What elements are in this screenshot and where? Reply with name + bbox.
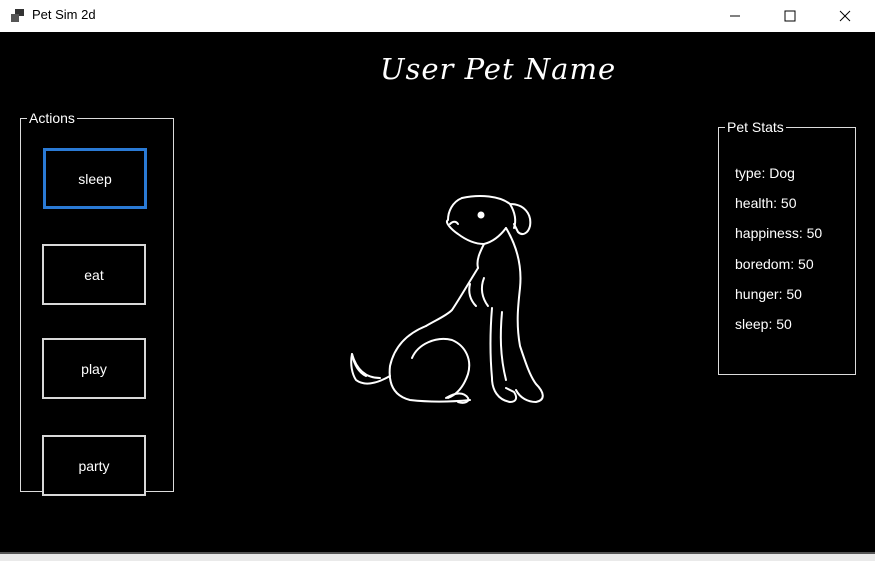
pet-stats-legend: Pet Stats [727,119,784,135]
window-titlebar[interactable]: Pet Sim 2d [0,0,875,32]
dog-outline-icon [350,195,544,404]
stat-type: type: Dog [735,165,795,181]
play-button[interactable]: play [42,338,146,399]
stat-health: health: 50 [735,195,797,211]
stat-boredom: boredom: 50 [735,256,814,272]
minimize-button[interactable] [712,0,758,32]
stat-happiness: happiness: 50 [735,225,823,241]
minimize-icon [730,15,740,17]
stat-hunger: hunger: 50 [735,286,802,302]
pet-name-title: User Pet Name [380,52,617,86]
app-window-icon [11,9,24,22]
window-bottom-edge [0,552,875,561]
party-button[interactable]: party [42,435,146,496]
pet-stats-group: Pet Stats type: Dog health: 50 happiness… [718,119,856,375]
sleep-button[interactable]: sleep [43,148,147,209]
maximize-icon [784,10,796,22]
window-title: Pet Sim 2d [32,7,96,22]
actions-legend: Actions [29,110,75,126]
maximize-button[interactable] [767,0,813,32]
stat-sleep: sleep: 50 [735,316,792,332]
close-icon [839,10,851,22]
eat-button[interactable]: eat [42,244,146,305]
actions-group: Actions sleep eat play party [20,110,174,496]
close-button[interactable] [822,0,868,32]
